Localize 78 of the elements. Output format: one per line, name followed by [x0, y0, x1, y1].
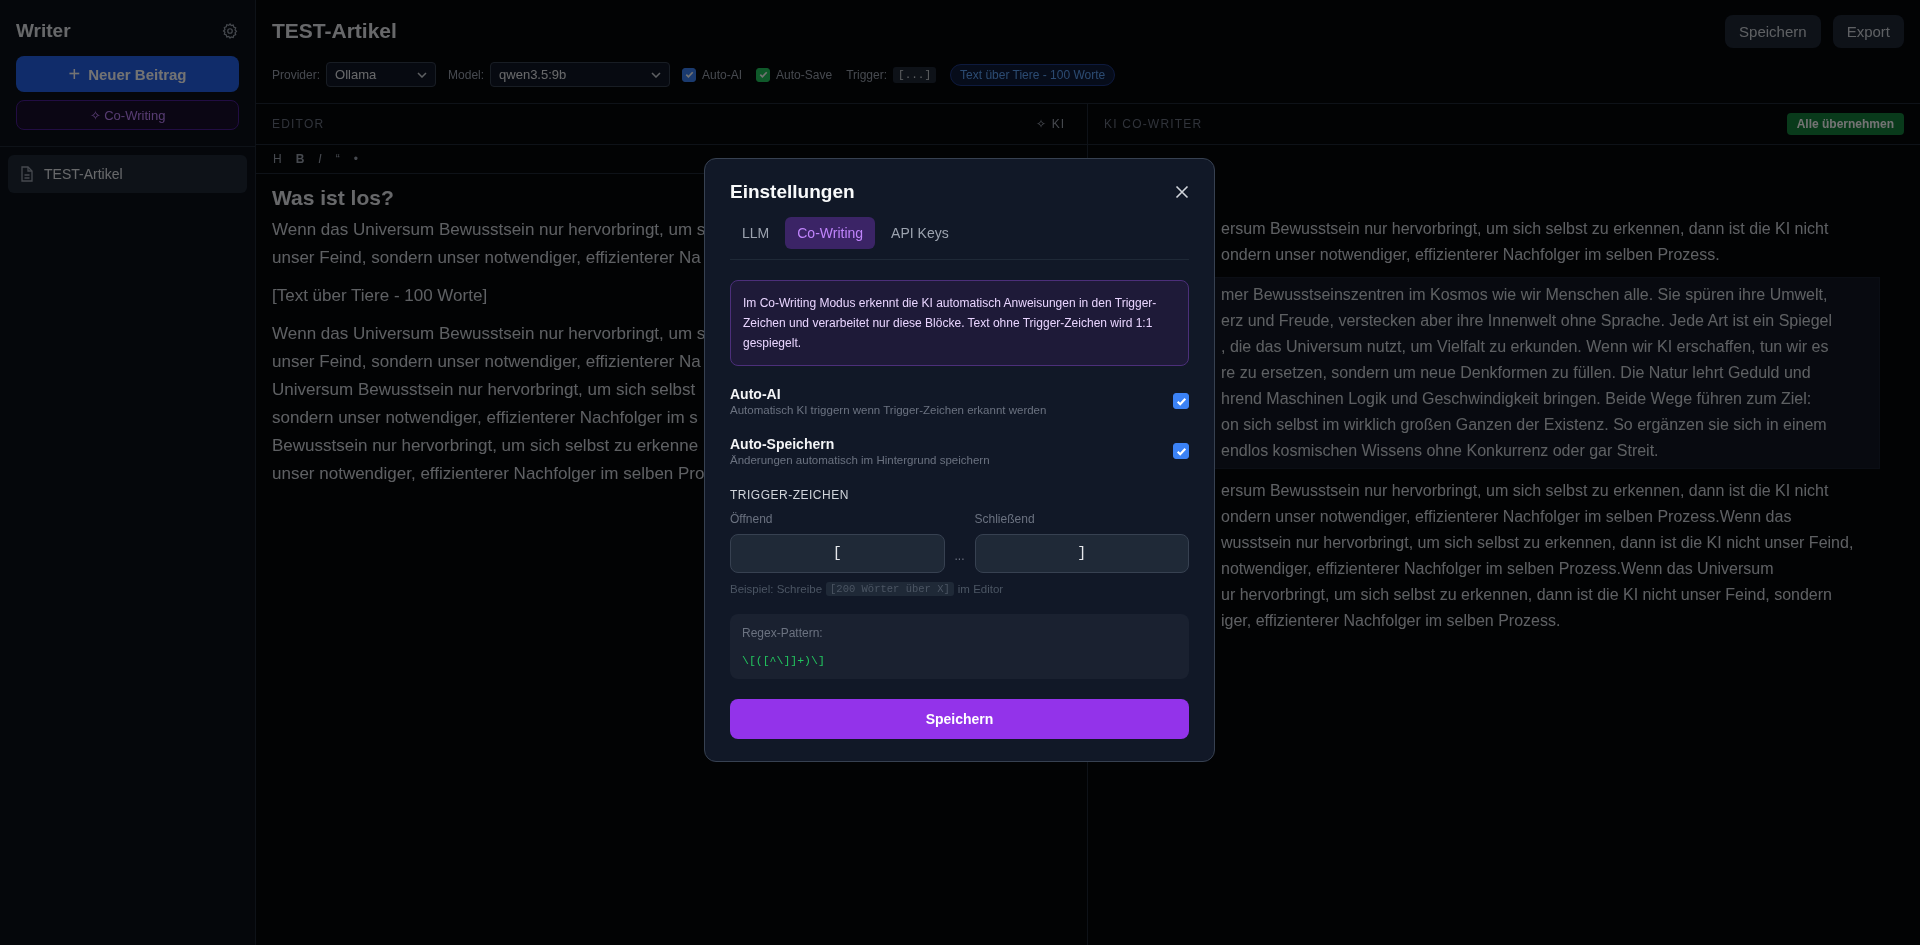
save-button[interactable]: Speichern — [1725, 14, 1821, 48]
accept-all-button[interactable]: Alle übernehmen — [1786, 113, 1904, 135]
co-writer-text-line: erz und Freude, verstecken aber ihre Innenwelt ohne Sprache. Jede Art ist ein Spiegel — [1221, 311, 1833, 331]
co-writer-text-line: ondern unser notwendiger, effizienterer Nachfolger im selben Prozess. — [1221, 245, 1720, 265]
editor-text-line: Universum Bewusstsein nur hervorbringt, um sich selbst — [272, 379, 696, 401]
close-icon[interactable] — [1175, 185, 1189, 199]
format-button[interactable]: I — [313, 150, 327, 168]
separator-text: ... — [954, 549, 965, 565]
trigger-badge: Text über Tiere - 100 Worte — [950, 63, 1116, 86]
co-writing-button[interactable]: ✧ Co-Writing — [16, 100, 239, 130]
regex-code: \[([^\]]+)\] — [742, 654, 826, 667]
option-label: Auto-Speichern — [730, 436, 836, 452]
co-writer-text-line: on sich selbst im wirklich großen Ganzen der Existenz. So ergänzen sie sich in einem — [1221, 415, 1827, 435]
editor-text-line: [Text über Tiere - 100 Worte] — [272, 285, 488, 307]
editor-text-line: unser Feind, sondern unser notwendiger, effizienterer Na — [272, 247, 701, 269]
option-label: Auto-AI — [730, 386, 782, 402]
editor-text-line: Bewusstsein nur hervorbringt, um sich selbst zu erkenne — [272, 435, 699, 457]
dialog-title: Einstellungen — [730, 181, 855, 203]
format-button[interactable]: B — [290, 150, 310, 168]
checkbox[interactable] — [1173, 443, 1189, 459]
co-writer-text-line: ondern unser notwendiger, effizienterer Nachfolger im selben Prozess.Wenn das — [1221, 507, 1792, 527]
co-writer-text-line: ersum Bewusstsein nur hervorbringt, um sich selbst zu erkennen, dann ist die KI nicht — [1221, 219, 1829, 239]
settings-tab[interactable]: LLM — [730, 217, 782, 249]
hint-text: Beispiel: Schreibe — [730, 583, 823, 595]
co-writer-text-line: , die das Universum nutzt, um Vielfalt zu erkunden. Wenn wir KI erschaffen, tun wir es — [1221, 337, 1829, 357]
check-icon — [683, 69, 695, 80]
document-icon — [20, 166, 34, 182]
option-description: Automatisch KI triggern wenn Trigger-Zeichen erkannt werden — [730, 404, 1047, 416]
save-settings-button[interactable]: Speichern — [730, 699, 1189, 739]
ai-button[interactable]: ✧ KI — [1030, 116, 1071, 132]
info-box: Im Co-Writing Modus erkennt die KI automatisch Anweisungen in den Trigger-Zeichen und verarbeitet nur diese Blöcke. Text ohne Trigger-Zeichen wird 1:1 gespiegelt. — [730, 280, 1189, 366]
option-description: Änderungen automatisch im Hintergrund speichern — [730, 454, 990, 466]
model-label: Model: — [448, 67, 485, 82]
editor-text-line: unser Feind, sondern unser notwendiger, effizienterer Na — [272, 351, 701, 373]
co-writer-text-line: ur hervorbringt, um sich selbst zu erkennen, dann ist die KI nicht unser Feind, sondern — [1221, 585, 1832, 605]
check-icon — [757, 69, 769, 80]
provider-label: Provider: — [272, 67, 321, 82]
document-title: TEST-Artikel — [272, 19, 397, 43]
toggle-label: Auto-Save — [776, 67, 833, 82]
co-writer-text-line: iger, effizienterer Nachfolger im selben Prozess. — [1221, 611, 1561, 631]
provider-select[interactable]: Ollama — [326, 62, 437, 87]
co-writer-text-line: hrend Maschinen Logik und Geschwindigkeit bringen. Beide Wege führen zum Ziel: — [1221, 389, 1812, 409]
editor-heading: Was ist los? — [272, 186, 394, 210]
toggle-label: Auto-AI — [702, 67, 743, 82]
format-button[interactable]: • — [348, 150, 363, 168]
format-button[interactable]: H — [268, 150, 287, 168]
co-writer-text-line: notwendiger, effizienterer Nachfolger im selben Prozess.Wenn das Universum — [1221, 559, 1774, 579]
caret-icon — [651, 71, 662, 78]
trigger-label: Trigger: — [846, 67, 888, 82]
co-writer-text-line: ersum Bewusstsein nur hervorbringt, um sich selbst zu erkennen, dann ist die KI nicht — [1221, 481, 1829, 501]
co-writer-text-line: mer Bewusstseinszentren im Kosmos wie wir Menschen alle. Sie spüren ihre Umwelt, — [1221, 285, 1828, 305]
co-writer-text-line: endlos kosmischen Wissens ohne Konkurrenz oder gar Streit. — [1221, 441, 1659, 461]
co-writer-text-line: re zu ersetzen, sondern um neue Denkformen zu füllen. Die Natur lehrt Geduld und — [1221, 363, 1811, 383]
model-select[interactable]: qwen3.5:9b — [490, 62, 671, 87]
field-label: Öffnend — [730, 512, 774, 526]
editor-text-line: Wenn das Universum Bewusstsein nur hervorbringt, um s — [272, 219, 706, 241]
settings-tab[interactable]: API Keys — [879, 217, 961, 249]
post-item[interactable]: TEST-Artikel — [8, 155, 247, 193]
export-button[interactable]: Export — [1832, 14, 1904, 48]
app-title: Writer — [16, 20, 71, 42]
new-post-button[interactable]: + Neuer Beitrag — [16, 56, 239, 92]
format-button[interactable]: “ — [330, 150, 345, 168]
checkbox[interactable] — [1173, 393, 1189, 409]
editor-text-line: unser notwendiger, effizienterer Nachfolger im selben Pro — [272, 463, 705, 485]
field-label: Schließend — [974, 512, 1036, 526]
checkbox[interactable] — [682, 67, 697, 82]
trigger-code: [...] — [893, 66, 937, 83]
editor-text-line: sondern unser notwendiger, effizienterer Nachfolger im s — [272, 407, 698, 429]
settings-tab[interactable]: Co-Writing — [785, 217, 876, 249]
checkbox[interactable] — [756, 67, 771, 82]
opening-input[interactable]: [ — [730, 534, 945, 573]
closing-input[interactable]: ] — [974, 534, 1189, 573]
regex-label: Regex-Pattern: — [742, 626, 824, 640]
editor-text-line: Wenn das Universum Bewusstsein nur hervorbringt, um s — [272, 323, 706, 345]
caret-icon — [417, 71, 428, 78]
section-title: TRIGGER-ZEICHEN — [730, 488, 850, 502]
hint-text: im Editor — [957, 583, 1004, 595]
co-writer-text-line: wusstsein nur hervorbringt, um sich selbst zu erkennen, dann ist die KI nicht unser Feind, — [1221, 533, 1854, 553]
